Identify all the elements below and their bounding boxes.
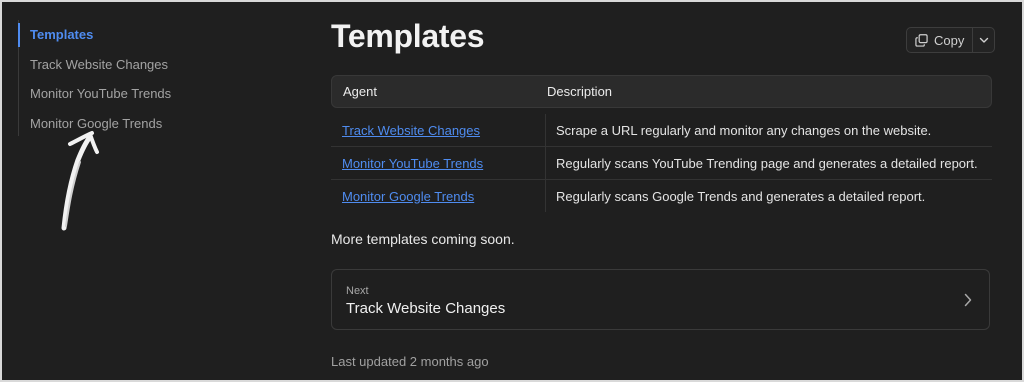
agent-link-monitor-google-trends[interactable]: Monitor Google Trends <box>342 189 474 204</box>
description-cell: Scrape a URL regularly and monitor any c… <box>556 122 932 138</box>
sidebar-item-monitor-youtube-trends[interactable]: Monitor YouTube Trends <box>19 79 219 109</box>
table-header: Agent Description <box>331 75 992 108</box>
next-page-card[interactable]: Next Track Website Changes <box>331 269 990 330</box>
chevron-down-icon <box>979 37 989 43</box>
next-page-title: Track Website Changes <box>346 300 506 317</box>
page-title: Templates <box>331 18 485 54</box>
table-body: Track Website Changes Scrape a URL regul… <box>331 114 992 212</box>
column-header-description: Description <box>547 84 613 99</box>
agent-cell: Monitor YouTube Trends <box>331 147 546 179</box>
copy-options-button[interactable] <box>973 28 994 52</box>
table-row: Track Website Changes Scrape a URL regul… <box>331 114 992 147</box>
sidebar-item-label: Templates <box>30 27 94 42</box>
sidebar-item-templates[interactable]: Templates <box>18 20 219 50</box>
docs-page: Templates Track Website Changes Monitor … <box>2 2 1022 380</box>
sidebar-item-track-website-changes[interactable]: Track Website Changes <box>19 50 219 80</box>
table-row: Monitor YouTube Trends Regularly scans Y… <box>331 147 992 180</box>
column-header-agent: Agent <box>343 84 377 99</box>
more-templates-note: More templates coming soon. <box>331 231 515 247</box>
templates-table: Agent Description Track Website Changes … <box>331 75 992 212</box>
sidebar-item-monitor-google-trends[interactable]: Monitor Google Trends <box>19 109 219 139</box>
agent-cell: Monitor Google Trends <box>331 180 546 212</box>
description-cell: Regularly scans YouTube Trending page an… <box>556 155 978 171</box>
copy-icon <box>915 33 928 47</box>
sidebar-item-label: Monitor YouTube Trends <box>30 86 172 101</box>
chevron-right-icon <box>964 293 972 307</box>
table-row: Monitor Google Trends Regularly scans Go… <box>331 180 992 212</box>
agent-link-monitor-youtube-trends[interactable]: Monitor YouTube Trends <box>342 156 483 171</box>
last-updated: Last updated 2 months ago <box>331 354 489 369</box>
hand-drawn-arrow-icon <box>61 131 99 231</box>
sidebar-nav: Templates Track Website Changes Monitor … <box>18 20 219 136</box>
agent-cell: Track Website Changes <box>331 114 546 146</box>
description-cell: Regularly scans Google Trends and genera… <box>556 188 926 204</box>
copy-label: Copy <box>934 32 965 48</box>
agent-link-track-website-changes[interactable]: Track Website Changes <box>342 123 480 138</box>
copy-button-group: Copy <box>906 27 996 53</box>
next-label: Next <box>346 285 369 297</box>
copy-button[interactable]: Copy <box>907 28 974 52</box>
sidebar-item-label: Track Website Changes <box>30 56 169 72</box>
